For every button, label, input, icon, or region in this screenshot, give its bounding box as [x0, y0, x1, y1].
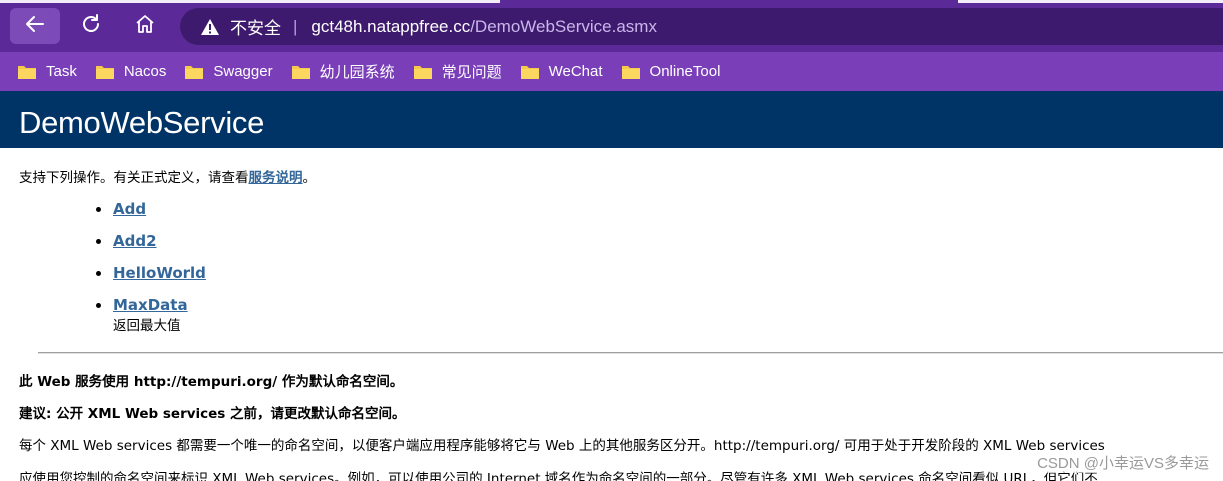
folder-icon — [520, 64, 540, 80]
bookmark-label: WeChat — [548, 63, 603, 80]
bookmark-nacos[interactable]: Nacos — [95, 63, 167, 80]
folder-icon — [17, 64, 37, 80]
operation-link-maxdata[interactable]: MaxData — [113, 296, 188, 314]
namespace-guidance: 应使用您控制的命名空间来标识 XML Web services。例如，可以使用公… — [19, 471, 1098, 481]
reload-icon — [79, 12, 103, 40]
reload-button[interactable] — [66, 8, 116, 44]
operation-link-add[interactable]: Add — [113, 200, 146, 218]
list-item: HelloWorld — [94, 264, 206, 282]
intro-suffix: 。 — [302, 170, 317, 186]
warning-triangle-icon[interactable] — [200, 18, 220, 36]
operation-link-add2[interactable]: Add2 — [113, 232, 157, 250]
bookmark-label: Task — [46, 63, 77, 80]
folder-icon — [621, 64, 641, 80]
back-button[interactable] — [10, 8, 60, 44]
bookmark-label: Swagger — [213, 63, 273, 80]
bookmark-swagger[interactable]: Swagger — [184, 63, 273, 80]
operation-description: 返回最大值 — [113, 318, 181, 334]
folder-icon — [413, 64, 433, 80]
bookmark-kindergarten-system[interactable]: 幼儿园系统 — [291, 61, 395, 82]
service-description-link[interactable]: 服务说明 — [249, 170, 303, 186]
namespace-note: 此 Web 服务使用 http://tempuri.org/ 作为默认命名空间。 — [19, 374, 404, 390]
back-arrow-icon — [24, 13, 46, 39]
bookmark-task[interactable]: Task — [17, 63, 77, 80]
watermark-text: CSDN @小幸运VS多幸运 — [1037, 452, 1209, 473]
operation-link-helloworld[interactable]: HelloWorld — [113, 264, 206, 282]
bookmark-label: Nacos — [123, 63, 167, 80]
bookmarks-bar: Task Nacos Swagger 幼儿园系统 常见问题 WeChat Onl… — [0, 52, 1223, 91]
bookmark-onlinetool[interactable]: OnlineTool — [621, 63, 721, 80]
folder-icon — [95, 64, 115, 80]
browser-toolbar: 不安全 | gct48h.natappfree.cc/DemoWebServic… — [0, 0, 1223, 52]
bookmark-faq[interactable]: 常见问题 — [413, 61, 502, 82]
page-title: DemoWebService — [0, 91, 1223, 148]
security-status-text[interactable]: 不安全 — [230, 14, 281, 39]
home-button[interactable] — [120, 8, 170, 44]
address-separator: | — [293, 16, 298, 36]
intro-text: 支持下列操作。有关正式定义，请查看服务说明。 — [19, 166, 316, 186]
intro-prefix: 支持下列操作。有关正式定义，请查看 — [19, 170, 249, 186]
bookmark-wechat[interactable]: WeChat — [520, 63, 603, 80]
home-icon — [134, 13, 156, 39]
url-host: gct48h.natappfree.cc — [311, 16, 471, 36]
divider — [38, 352, 1223, 354]
operations-list: Add Add2 HelloWorld MaxData 返回最大值 — [94, 200, 206, 348]
folder-icon — [291, 64, 311, 80]
tab-strip-edge — [0, 0, 500, 3]
bookmark-label: 常见问题 — [441, 64, 502, 81]
url-path: /DemoWebService.asmx — [470, 16, 657, 36]
folder-icon — [184, 64, 204, 80]
namespace-explanation: 每个 XML Web services 都需要一个唯一的命名空间，以便客户端应用… — [19, 438, 1105, 454]
list-item: MaxData 返回最大值 — [94, 296, 206, 334]
bookmark-label: OnlineTool — [649, 63, 721, 80]
namespace-recommendation: 建议: 公开 XML Web services 之前，请更改默认命名空间。 — [19, 406, 406, 422]
address-bar[interactable]: 不安全 | gct48h.natappfree.cc/DemoWebServic… — [180, 8, 1223, 45]
tab-strip-edge — [958, 0, 1223, 3]
list-item: Add — [94, 200, 206, 218]
bookmark-label: 幼儿园系统 — [319, 64, 395, 81]
list-item: Add2 — [94, 232, 206, 250]
